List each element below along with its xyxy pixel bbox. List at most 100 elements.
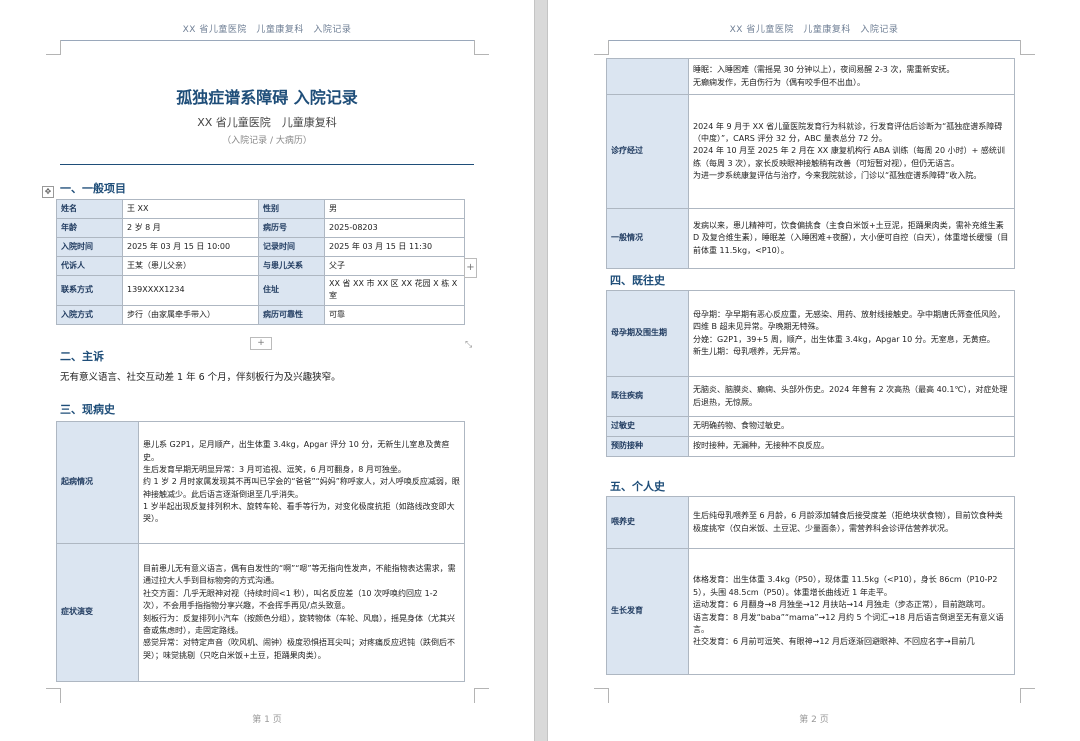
content-line: 母孕期：孕早期有恶心反应重，无感染、用药、放射线接触史。孕中期唐氏筛查低风险，四… <box>693 309 1005 332</box>
table-row: 预防接种 按时接种，无漏种，无接种不良反应。 <box>606 436 1015 457</box>
table-row: 睡眠：入睡困难（需摇晃 30 分钟以上），夜间易醒 2-3 次，需重新安抚。 无癫… <box>606 58 1015 95</box>
row-label: 喂养史 <box>606 496 689 549</box>
crop-mark <box>46 688 61 703</box>
table-row: 症状演变 目前患儿无有意义语言，偶有自发性的“啊”“嗯”等无指向性发声，不能指物表… <box>56 543 465 682</box>
add-row-button[interactable]: + <box>250 337 272 350</box>
table-row: 过敏史 无明确药物、食物过敏史。 <box>606 416 1015 437</box>
hpi-continued-table: 睡眠：入睡困难（需摇晃 30 分钟以上），夜间易醒 2-3 次，需重新安抚。 无癫… <box>606 58 1015 269</box>
content-line: 睡眠：入睡困难（需摇晃 30 分钟以上），夜间易醒 2-3 次，需重新安抚。 <box>693 65 955 75</box>
row-label: 既往疾病 <box>606 376 689 417</box>
personal-history-table: 喂养史 生后纯母乳喂养至 6 月龄，6 月龄添加辅食后接受度差（拒绝块状食物），目… <box>606 496 1015 675</box>
chief-complaint: 无有意义语言、社交互动差 1 年 6 个月，伴刻板行为及兴趣狭窄。 <box>60 372 341 383</box>
field-label: 病历可靠性 <box>258 304 325 325</box>
hospital-name: XX 省儿童医院 儿童康复科 <box>197 116 337 129</box>
content-line: 按时接种，无漏种，无接种不良反应。 <box>693 441 829 451</box>
row-content: 生后纯母乳喂养至 6 月龄，6 月龄添加辅食后接受度差（拒绝块状食物），目前饮食… <box>688 496 1015 549</box>
row-content: 母孕期：孕早期有恶心反应重，无感染、用药、放射线接触史。孕中期唐氏筛查低风险，四… <box>688 290 1015 377</box>
field-label: 住址 <box>258 275 325 306</box>
row-label: 诊疗经过 <box>606 94 689 209</box>
field-value: 2 岁 8 月 <box>122 218 259 238</box>
row-content: 睡眠：入睡困难（需摇晃 30 分钟以上），夜间易醒 2-3 次，需重新安抚。 无癫… <box>688 58 1015 95</box>
row-label: 母孕期及围生期 <box>606 290 689 377</box>
crop-mark <box>594 688 609 703</box>
content-line: 分娩：G2P1，39+5 周，顺产，出生体重 3.4kg，Apgar 10 分。… <box>693 334 995 344</box>
page-header: XX 省儿童医院 儿童康复科 入院记录 <box>182 25 352 35</box>
crop-mark <box>1020 40 1035 55</box>
page-separator <box>534 0 548 741</box>
table-row: 一般情况 发病以来，患儿精神可，饮食偏挑食（主食白米饭+土豆泥，拒踊果肉类，需补充… <box>606 208 1015 269</box>
row-label: 过敏史 <box>606 416 689 437</box>
general-info-table: 姓名王 XX 性别男年龄 2 岁 8 月病历号 2025-08203 入院时间 2025 … <box>56 199 465 325</box>
row-label <box>606 58 689 95</box>
field-value: 王某（患儿父亲） <box>122 256 259 276</box>
row-content: 按时接种，无漏种，无接种不良反应。 <box>688 436 1015 457</box>
field-label: 性别 <box>258 199 325 219</box>
table-resize-handle[interactable]: ⤡ <box>465 340 472 350</box>
hpi-table: 起病情况 患儿系 G2P1，足月顺产，出生体重 3.4kg，Apgar 评分 10… <box>56 421 465 682</box>
table-row: 起病情况 患儿系 G2P1，足月顺产，出生体重 3.4kg，Apgar 评分 10… <box>56 421 465 544</box>
row-label: 一般情况 <box>606 208 689 269</box>
field-value: XX 省 XX 市 XX 区 XX 花园 X 栋 X 室 <box>324 275 465 306</box>
content-line: 无癫痫发作，无自伤行为（偶有咬手但不出血）。 <box>693 77 865 87</box>
table-row: 姓名王 XX 性别男 <box>56 199 465 219</box>
table-row: 既往疾病 无脑炎、脑膜炎、癫痫、头部外伤史。2024 年曾有 2 次高热（最高 4… <box>606 376 1015 417</box>
header-rule <box>60 40 474 41</box>
content-line: 无脑炎、脑膜炎、癫痫、头部外伤史。2024 年曾有 2 次高热（最高 40.1℃… <box>693 385 1008 407</box>
content-line: 发病以来，患儿精神可，饮食偏挑食（主食白米饭+土豆泥，拒踊果肉类，需补充维生素 … <box>693 220 1009 255</box>
row-content: 无脑炎、脑膜炎、癫痫、头部外伤史。2024 年曾有 2 次高热（最高 40.1℃… <box>688 376 1015 417</box>
document-page-1: XX 省儿童医院 儿童康复科 入院记录 孤独症谱系障碍 入院记录 XX 省儿童医… <box>0 0 534 741</box>
title-rule <box>60 164 474 165</box>
content-line: 生后纯母乳喂养至 6 月龄，6 月龄添加辅食后接受度差（拒绝块状食物），目前饮食… <box>693 511 1003 533</box>
content-line: 患儿系 G2P1，足月顺产，出生体重 3.4kg，Apgar 评分 10 分，无… <box>143 440 450 462</box>
section-heading-complaint: 二、主诉 <box>60 350 104 363</box>
crop-mark <box>594 40 609 55</box>
content-line: 语言发育：8 月发“baba”“mama”→12 月约 5 个词汇→18 月后语… <box>693 612 1004 634</box>
table-row: 入院方式 步行（由家属牵手带入） 病历可靠性 可靠 <box>56 304 465 325</box>
table-move-handle[interactable]: ✥ <box>42 186 54 198</box>
crop-mark <box>46 40 61 55</box>
field-value: 王 XX <box>122 199 259 219</box>
content-line: 运动发育：6 月翻身→8 月独坐→12 月扶站→14 月独走（步态正常），目前跑… <box>693 600 990 610</box>
field-value: 步行（由家属牵手带入） <box>122 304 259 325</box>
content-line: 社交发育：6 月前可逗笑、有眼神→12 月后逐渐回避眼神、不回应名字→目前几 <box>693 637 975 647</box>
table-row: 入院时间 2025 年 03 月 15 日 10:00 记录时间 2025 年 03 … <box>56 237 465 257</box>
field-label: 代诉人 <box>56 256 123 276</box>
content-line: 社交方面：几乎无眼神对视（持续时间<1 秒），叫名反应差（10 次呼唤约回应 1… <box>143 588 438 611</box>
content-line: 1 岁半起出现反复排列积木、旋转车轮、看手等行为，对变化极度抗拒（如路线改变即大… <box>143 502 455 524</box>
content-line: 为进一步系统康复评估与治疗，今来我院就诊，门诊以“孤独症谱系障碍”收入院。 <box>693 171 982 181</box>
field-value: 父子 <box>324 256 465 276</box>
field-label: 联系方式 <box>56 275 123 306</box>
field-value: 139XXXX1234 <box>122 275 259 306</box>
section-heading-hpi: 三、现病史 <box>60 403 115 416</box>
field-value: 可靠 <box>324 304 465 325</box>
table-row: 联系方式 139XXXX1234 住址 XX 省 XX 市 XX 区 XX 花园 X … <box>56 275 465 306</box>
content-line: 刻板行为：反复排列小汽车（按颜色分组），旋转物体（车轮、风扇），摇晃身体（尤其兴… <box>143 613 455 635</box>
field-label: 记录时间 <box>258 237 325 257</box>
field-value: 2025-08203 <box>324 218 465 238</box>
field-label: 入院方式 <box>56 304 123 325</box>
header-rule <box>608 40 1020 41</box>
page-header: XX 省儿童医院 儿童康复科 入院记录 <box>729 25 899 35</box>
section-heading-past-history: 四、既往史 <box>610 274 665 287</box>
field-label: 姓名 <box>56 199 123 219</box>
content-line: 约 1 岁 2 月时家属发现其不再叫已学会的“爸爸”“妈妈”称呼家人，对人呼唤反… <box>143 477 460 499</box>
row-content: 患儿系 G2P1，足月顺产，出生体重 3.4kg，Apgar 评分 10 分，无… <box>138 421 465 544</box>
content-line: 无明确药物、食物过敏史。 <box>693 421 789 431</box>
page-footer: 第 1 页 <box>252 715 282 725</box>
row-content: 无明确药物、食物过敏史。 <box>688 416 1015 437</box>
field-value: 男 <box>324 199 465 219</box>
content-line: 感觉异常：对特定声音（吹风机、闹钟）极度恐惧捂耳尖叫；对疼痛反应迟钝（跌倒后不哭… <box>143 638 455 660</box>
add-column-button[interactable]: + <box>464 258 477 278</box>
document-page-2: XX 省儿童医院 儿童康复科 入院记录 睡眠：入睡困难（需摇晃 30 分钟以上）… <box>548 0 1080 741</box>
document-type: （入院记录 / 大病历） <box>222 136 312 146</box>
content-line: 2024 年 10 月至 2025 年 2 月在 XX 康复机构行 ABA 训练… <box>693 146 1005 168</box>
row-content: 体格发育：出生体重 3.4kg（P50），现体重 11.5kg（<P10），身长… <box>688 548 1015 675</box>
section-heading-general: 一、一般项目 <box>60 182 126 195</box>
field-label: 入院时间 <box>56 237 123 257</box>
row-content: 发病以来，患儿精神可，饮食偏挑食（主食白米饭+土豆泥，拒踊果肉类，需补充维生素 … <box>688 208 1015 269</box>
crop-mark <box>474 40 489 55</box>
table-row: 诊疗经过 2024 年 9 月于 XX 省儿童医院发育行为科就诊，行发育评估后诊断… <box>606 94 1015 209</box>
page-footer: 第 2 页 <box>799 715 829 725</box>
section-heading-personal-history: 五、个人史 <box>610 480 665 493</box>
field-label: 与患儿关系 <box>258 256 325 276</box>
